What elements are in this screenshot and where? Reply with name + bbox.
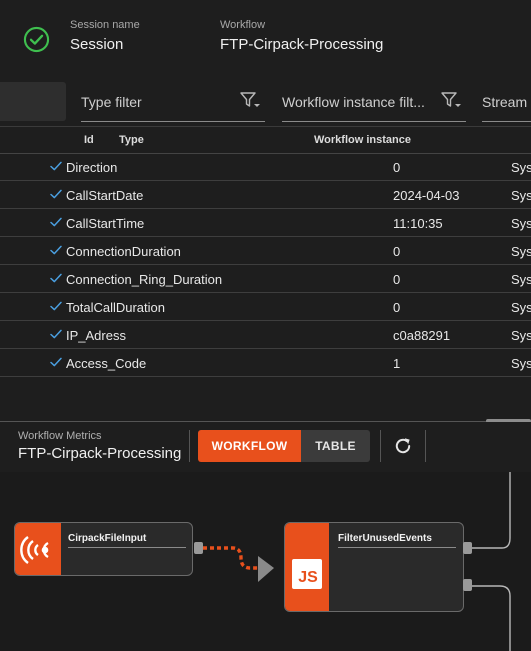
type-cell: IP_Adress (66, 328, 126, 343)
type-cell: Connection_Ring_Duration (66, 272, 223, 287)
table-row[interactable]: IP_Adress c0a88291 Sys (0, 321, 531, 349)
stream-cell: Sys (511, 216, 531, 231)
filter-unused-events-node[interactable]: JS FilterUnusedEvents (284, 522, 464, 612)
table-row[interactable]: Connection_Ring_Duration 0 Sys (0, 265, 531, 293)
filter-icon[interactable] (440, 91, 462, 111)
workflow-metrics-value: FTP-Cirpack-Processing (18, 445, 182, 462)
node-icon-area (15, 523, 61, 575)
check-icon (50, 245, 62, 255)
stream-cell: Sys (511, 244, 531, 259)
check-icon (50, 357, 62, 367)
type-filter-placeholder: Type filter (81, 94, 142, 110)
workflow-instance-cell: 0 (393, 300, 401, 315)
filter-bar: Type filter Workflow instance filt... St… (0, 82, 531, 126)
table-row[interactable]: CallStartTime 11:10:35 Sys (0, 209, 531, 237)
type-cell: CallStartDate (66, 188, 144, 203)
type-cell: Access_Code (66, 356, 147, 371)
session-header: Session name Session Workflow FTP-Cirpac… (0, 0, 531, 82)
table-row[interactable]: ConnectionDuration 0 Sys (0, 237, 531, 265)
divider (425, 430, 426, 462)
workflow-instance-cell: 0 (393, 272, 401, 287)
table-row[interactable]: Direction 0 Sys (0, 153, 531, 181)
stream-cell: Sys (511, 188, 531, 203)
output-port[interactable] (194, 542, 203, 554)
stream-cell: Sys (511, 272, 531, 287)
type-filter-input[interactable]: Type filter (81, 82, 265, 122)
node-title: FilterUnusedEvents (338, 533, 432, 544)
workflow-canvas[interactable]: CirpackFileInput JS FilterUnusedEvents (0, 472, 531, 651)
js-icon: JS (292, 559, 322, 589)
session-name-label: Session name (70, 19, 140, 31)
broadcast-icon (20, 536, 49, 564)
stream-filter-placeholder: Stream (482, 94, 528, 110)
node-title: CirpackFileInput (68, 533, 147, 544)
node-divider (68, 547, 186, 548)
view-toggle: WORKFLOW TABLE (198, 430, 370, 462)
workflow-metrics-label: Workflow Metrics (18, 430, 102, 442)
workflow-label: Workflow (220, 19, 266, 31)
check-icon (50, 329, 62, 339)
table-row[interactable]: TotalCallDuration 0 Sys (0, 293, 531, 321)
check-icon (50, 161, 62, 171)
stream-cell: Sys (511, 356, 531, 371)
workflow-value: FTP-Cirpack-Processing (220, 36, 384, 53)
events-table: Id Type Workflow instance Direction 0 Sy… (0, 126, 531, 380)
table-row[interactable]: Access_Code 1 Sys (0, 349, 531, 377)
filter-icon[interactable] (239, 91, 261, 111)
workflow-instance-cell: 2024-04-03 (393, 188, 460, 203)
workflow-instance-filter-placeholder: Workflow instance filt... (282, 94, 425, 110)
check-circle-icon (23, 26, 50, 53)
session-name-value: Session (70, 36, 124, 53)
check-icon (50, 273, 62, 283)
stream-cell: Sys (511, 160, 531, 175)
type-cell: TotalCallDuration (66, 300, 165, 315)
output-port[interactable] (463, 579, 472, 591)
refresh-icon[interactable] (392, 435, 414, 457)
workflow-instance-cell: 1 (393, 356, 401, 371)
column-header-workflow-instance[interactable]: Workflow instance (314, 134, 411, 146)
stream-cell: Sys (511, 328, 531, 343)
workflow-view-button[interactable]: WORKFLOW (198, 430, 301, 462)
check-icon (50, 189, 62, 199)
column-header-type[interactable]: Type (119, 134, 144, 146)
node-icon-area: JS (285, 523, 329, 611)
output-port[interactable] (463, 542, 472, 554)
check-icon (50, 217, 62, 227)
stream-cell: Sys (511, 300, 531, 315)
table-view-button[interactable]: TABLE (301, 430, 370, 462)
table-row[interactable]: CallStartDate 2024-04-03 Sys (0, 181, 531, 209)
cirpack-file-input-node[interactable]: CirpackFileInput (14, 522, 193, 576)
workflow-metrics-bar: Workflow Metrics FTP-Cirpack-Processing … (0, 422, 531, 472)
id-filter-field[interactable] (0, 82, 66, 121)
workflow-instance-cell: 11:10:35 (393, 216, 443, 231)
js-icon-text: JS (298, 569, 318, 586)
type-cell: ConnectionDuration (66, 244, 181, 259)
column-header-id[interactable]: Id (84, 134, 94, 146)
table-header: Id Type Workflow instance (0, 127, 531, 154)
workflow-instance-filter-input[interactable]: Workflow instance filt... (282, 82, 466, 122)
type-cell: CallStartTime (66, 216, 145, 231)
workflow-instance-cell: c0a88291 (393, 328, 451, 343)
workflow-instance-cell: 0 (393, 244, 401, 259)
stream-filter-input[interactable]: Stream (482, 82, 531, 122)
divider (380, 430, 381, 462)
type-cell: Direction (66, 160, 118, 175)
check-icon (50, 301, 62, 311)
node-divider (338, 547, 456, 548)
divider (189, 430, 190, 462)
workflow-instance-cell: 0 (393, 160, 401, 175)
